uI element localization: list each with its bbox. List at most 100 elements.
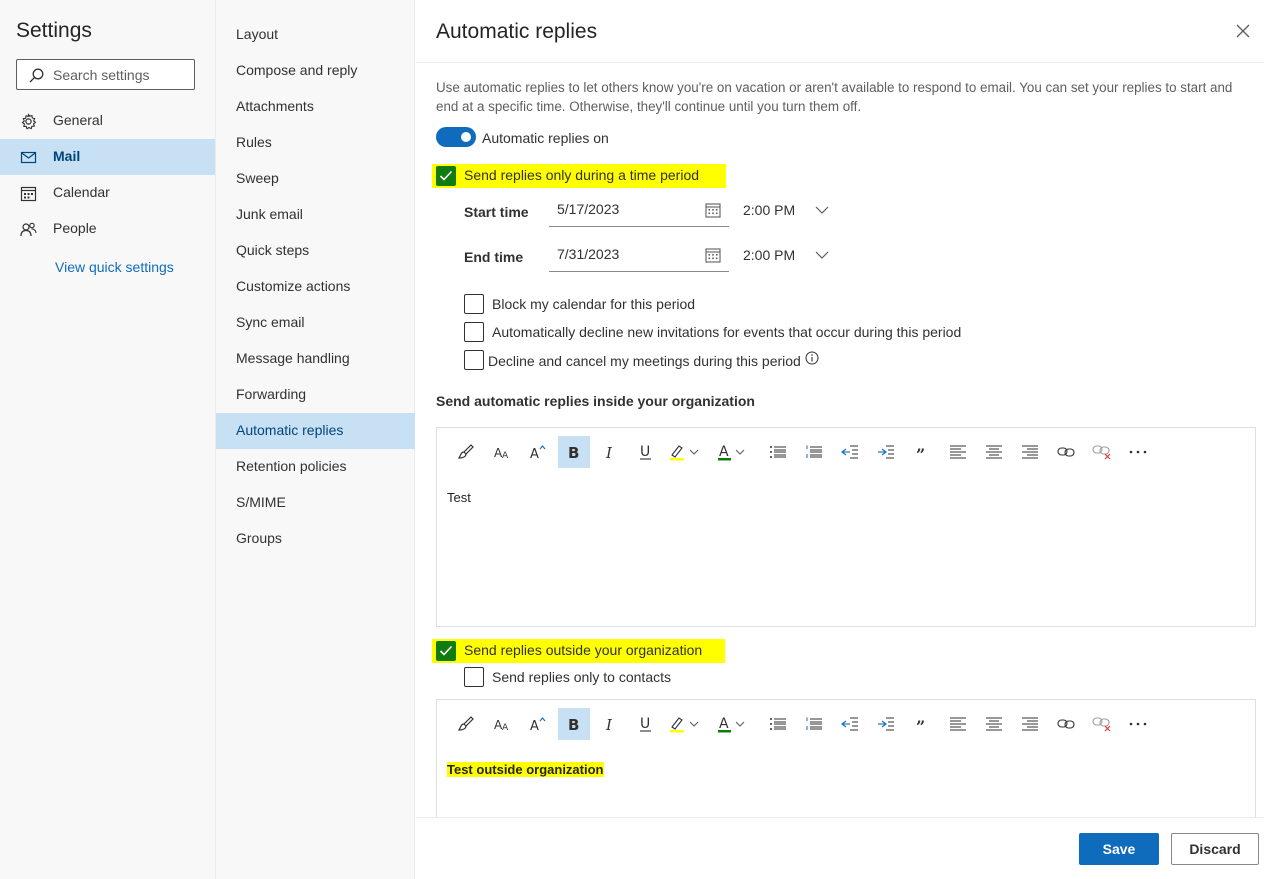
bold-button[interactable]: B — [558, 436, 590, 468]
align-right-button[interactable] — [1014, 708, 1046, 740]
inside-reply-editor[interactable]: AA A B I U A ” Test — [436, 427, 1256, 627]
grow-font-button[interactable]: A — [522, 436, 554, 468]
font-size-button[interactable]: AA — [486, 708, 518, 740]
mail-nav-rules[interactable]: Rules — [216, 125, 415, 161]
mail-nav-smime[interactable]: S/MIME — [216, 485, 415, 521]
align-center-button[interactable] — [978, 708, 1010, 740]
svg-text:B: B — [568, 444, 579, 460]
increase-indent-button[interactable] — [870, 708, 902, 740]
insert-link-button[interactable] — [1050, 708, 1082, 740]
italic-button[interactable]: I — [594, 436, 626, 468]
mail-nav-sync-email[interactable]: Sync email — [216, 305, 415, 341]
format-painter-button[interactable] — [450, 436, 482, 468]
calendar-picker-icon[interactable] — [705, 247, 721, 263]
underline-button[interactable]: U — [630, 708, 662, 740]
decline-cancel-meetings-checkbox[interactable] — [464, 350, 484, 370]
mail-nav-layout[interactable]: Layout — [216, 17, 415, 53]
grow-font-button[interactable]: A — [522, 708, 554, 740]
font-color-button[interactable]: A — [714, 436, 754, 468]
automatic-replies-toggle[interactable] — [436, 127, 476, 147]
end-date-input[interactable] — [557, 246, 697, 262]
mail-nav-groups[interactable]: Groups — [216, 521, 415, 557]
search-box[interactable] — [16, 59, 195, 90]
increase-indent-icon — [878, 717, 894, 731]
outside-reply-editor[interactable]: AA A B I U A ” Test outside organization — [436, 699, 1256, 817]
outside-org-checkbox[interactable] — [436, 641, 456, 661]
increase-indent-button[interactable] — [870, 436, 902, 468]
highlight-button[interactable] — [666, 436, 706, 468]
align-right-button[interactable] — [1014, 436, 1046, 468]
decline-invitations-checkbox[interactable] — [464, 322, 484, 342]
start-date-input[interactable] — [557, 201, 697, 217]
nav-item-general[interactable]: General — [0, 103, 215, 139]
checkmark-icon — [439, 170, 453, 181]
time-period-checkbox[interactable] — [436, 166, 456, 186]
numbering-button[interactable] — [798, 708, 830, 740]
more-icon — [1129, 450, 1147, 454]
svg-text:A: A — [502, 723, 509, 732]
end-time-dropdown[interactable]: 2:00 PM — [735, 240, 835, 272]
close-icon[interactable] — [1234, 22, 1252, 40]
mail-nav-retention-policies[interactable]: Retention policies — [216, 449, 415, 485]
mail-nav-attachments[interactable]: Attachments — [216, 89, 415, 125]
end-date-field[interactable] — [549, 240, 729, 272]
decrease-indent-button[interactable] — [834, 708, 866, 740]
contacts-only-checkbox[interactable] — [464, 667, 484, 687]
start-time-dropdown[interactable]: 2:00 PM — [735, 195, 835, 227]
align-left-button[interactable] — [942, 436, 974, 468]
italic-button[interactable]: I — [594, 708, 626, 740]
remove-link-button[interactable] — [1086, 708, 1118, 740]
mail-nav-forwarding[interactable]: Forwarding — [216, 377, 415, 413]
description-text: Use automatic replies to let others know… — [436, 80, 1233, 114]
mail-nav-automatic-replies[interactable]: Automatic replies — [216, 413, 415, 449]
discard-button[interactable]: Discard — [1171, 833, 1259, 865]
nav-item-people[interactable]: People — [0, 211, 215, 247]
settings-scroll-area[interactable]: Use automatic replies to let others know… — [416, 63, 1264, 817]
nav-item-mail[interactable]: Mail — [0, 139, 215, 175]
inside-reply-text[interactable]: Test — [447, 490, 471, 505]
mail-nav-quick-steps[interactable]: Quick steps — [216, 233, 415, 269]
save-button[interactable]: Save — [1079, 833, 1159, 865]
format-painter-button[interactable] — [450, 708, 482, 740]
highlight-button[interactable] — [666, 708, 706, 740]
chevron-down-icon — [815, 206, 829, 214]
end-time-value: 2:00 PM — [743, 247, 796, 263]
mail-nav-compose-and-reply[interactable]: Compose and reply — [216, 53, 415, 89]
numbered-list-icon — [806, 717, 822, 730]
bold-button[interactable]: B — [558, 708, 590, 740]
numbering-button[interactable] — [798, 436, 830, 468]
outside-reply-text[interactable]: Test outside organization — [447, 762, 604, 777]
mail-nav-sweep[interactable]: Sweep — [216, 161, 415, 197]
mail-nav-junk-email[interactable]: Junk email — [216, 197, 415, 233]
font-color-button[interactable]: A — [714, 708, 754, 740]
font-size-button[interactable]: AA — [486, 436, 518, 468]
more-options-button[interactable] — [1122, 436, 1154, 468]
mail-nav-customize-actions[interactable]: Customize actions — [216, 269, 415, 305]
paintbrush-icon — [457, 716, 474, 731]
svg-text:I: I — [605, 444, 613, 460]
align-left-button[interactable] — [942, 708, 974, 740]
bullet-list-icon — [770, 446, 786, 458]
bullet-list-icon — [770, 718, 786, 730]
bold-icon: B — [568, 444, 579, 460]
mail-nav-message-handling[interactable]: Message handling — [216, 341, 415, 377]
nav-item-calendar[interactable]: Calendar — [0, 175, 215, 211]
search-input[interactable] — [53, 60, 191, 89]
quote-button[interactable]: ” — [906, 436, 938, 468]
decrease-indent-button[interactable] — [834, 436, 866, 468]
bullets-button[interactable] — [762, 436, 794, 468]
view-quick-settings-link[interactable]: View quick settings — [55, 259, 174, 275]
quote-button[interactable]: ” — [906, 708, 938, 740]
align-center-button[interactable] — [978, 436, 1010, 468]
remove-link-button[interactable] — [1086, 436, 1118, 468]
more-options-button[interactable] — [1122, 708, 1154, 740]
underline-button[interactable]: U — [630, 436, 662, 468]
time-period-label: Send replies only during a time period — [464, 167, 700, 183]
bullets-button[interactable] — [762, 708, 794, 740]
decline-cancel-meetings-label: Decline and cancel my meetings during th… — [488, 353, 801, 369]
start-date-field[interactable] — [549, 195, 729, 227]
calendar-picker-icon[interactable] — [705, 202, 721, 218]
info-icon[interactable] — [805, 351, 819, 365]
block-calendar-checkbox[interactable] — [464, 294, 484, 314]
insert-link-button[interactable] — [1050, 436, 1082, 468]
